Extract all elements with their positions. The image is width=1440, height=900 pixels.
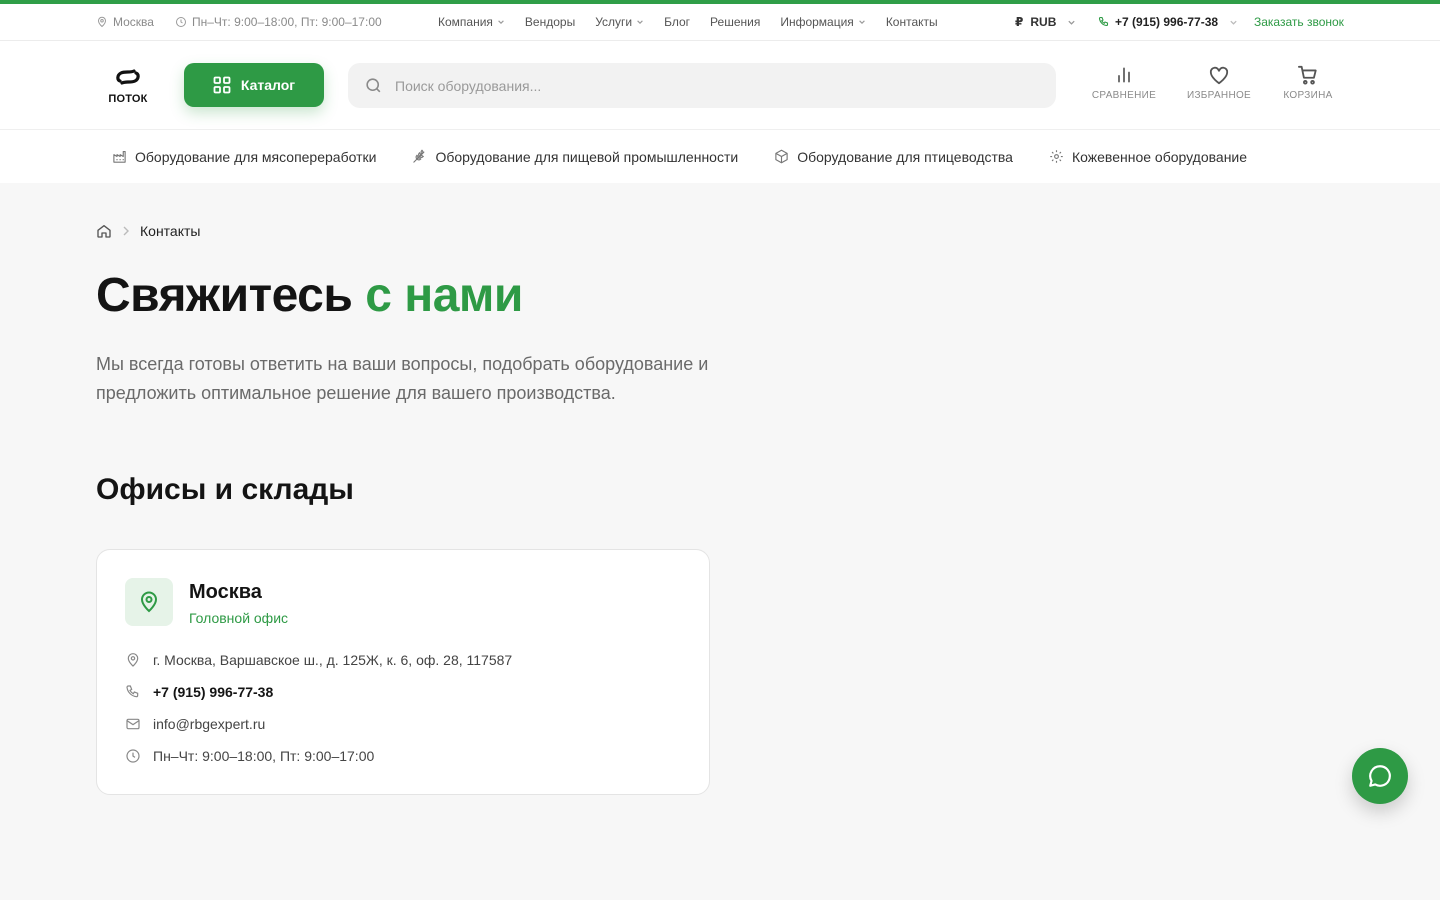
page-title-main: Свяжитесь xyxy=(96,269,353,322)
category-item[interactable]: Оборудование для пищевой промышленности xyxy=(412,149,738,165)
heart-icon xyxy=(1208,65,1230,85)
chat-button[interactable] xyxy=(1352,748,1408,804)
top-nav-item[interactable]: Вендоры xyxy=(525,15,575,29)
callback-link[interactable]: Заказать звонок xyxy=(1254,4,1344,40)
work-hours: Пн–Чт: 9:00–18:00, Пт: 9:00–17:00 xyxy=(175,4,382,40)
top-nav: Компания Вендоры Услуги Блог Решения Информац… xyxy=(438,4,938,40)
page-title-accent: с нами xyxy=(365,269,523,322)
location-pin-icon xyxy=(96,16,108,28)
bar-chart-icon xyxy=(1114,65,1134,85)
office-hours-row: Пн–Чт: 9:00–18:00, Пт: 9:00–17:00 xyxy=(125,748,374,764)
gear-icon xyxy=(1049,149,1064,164)
catalog-label: Каталог xyxy=(240,77,296,93)
clock-icon xyxy=(175,16,187,28)
offices-title: Офисы и склады xyxy=(96,473,354,506)
top-nav-item[interactable]: Решения xyxy=(710,15,760,29)
top-nav-label: Блог xyxy=(664,15,691,29)
search-input[interactable] xyxy=(395,77,995,94)
chevron-down-icon xyxy=(497,18,505,26)
top-bar: Москва Пн–Чт: 9:00–18:00, Пт: 9:00–17:00… xyxy=(0,4,1440,41)
category-item[interactable]: Кожевенное оборудование xyxy=(1049,149,1247,165)
chevron-down-icon xyxy=(1067,18,1076,27)
category-label: Оборудование для пищевой промышленности xyxy=(435,148,739,165)
favorites-label: ИЗБРАННОЕ xyxy=(1186,90,1252,101)
category-label: Оборудование для мясопереработки xyxy=(135,148,377,165)
currency-label: RUB xyxy=(1030,15,1057,29)
chevron-down-icon xyxy=(858,18,866,26)
currency-selector[interactable]: ₽ RUB xyxy=(1015,4,1076,40)
category-bar: Оборудование для мясопереработки Оборудов… xyxy=(0,130,1440,183)
top-nav-label: Услуги xyxy=(595,15,633,29)
factory-icon xyxy=(112,149,127,164)
currency-symbol: ₽ xyxy=(1015,15,1024,29)
home-icon[interactable] xyxy=(96,223,112,239)
office-pin-badge xyxy=(125,578,173,626)
compare-button[interactable]: СРАВНЕНИЕ xyxy=(1092,65,1156,101)
phone-link[interactable]: +7 (915) 996-77-38 xyxy=(1098,4,1238,40)
work-hours-label: Пн–Чт: 9:00–18:00, Пт: 9:00–17:00 xyxy=(192,15,382,29)
cart-label: КОРЗИНА xyxy=(1283,90,1333,101)
search-bar xyxy=(348,63,1056,108)
chevron-down-icon xyxy=(1229,18,1238,27)
phone-icon xyxy=(125,684,141,700)
grid-icon xyxy=(213,76,231,94)
wheat-icon xyxy=(412,149,427,164)
top-nav-label: Информация xyxy=(780,15,854,29)
catalog-button[interactable]: Каталог xyxy=(184,63,324,107)
office-email: info@rbgexpert.ru xyxy=(153,716,266,732)
location-pin-icon xyxy=(137,590,161,614)
city-selector[interactable]: Москва xyxy=(96,4,154,40)
breadcrumb: Контакты xyxy=(96,223,200,239)
compare-label: СРАВНЕНИЕ xyxy=(1091,90,1157,101)
category-label: Кожевенное оборудование xyxy=(1071,148,1248,165)
callback-label: Заказать звонок xyxy=(1254,15,1344,29)
category-label: Оборудование для птицеводства xyxy=(797,148,1013,165)
page-title: Свяжитесь с нами xyxy=(96,268,523,323)
chat-bubble-icon xyxy=(1367,763,1393,789)
favorites-button[interactable]: ИЗБРАННОЕ xyxy=(1187,65,1251,101)
category-list: Оборудование для мясопереработки Оборудов… xyxy=(112,130,1247,183)
logo-icon xyxy=(114,69,142,91)
office-address: г. Москва, Варшавское ш., д. 125Ж, к. 6,… xyxy=(153,652,513,668)
breadcrumb-current: Контакты xyxy=(140,223,201,239)
top-nav-item[interactable]: Контакты xyxy=(886,15,938,29)
main-header: ПОТОК Каталог СРАВНЕНИЕ ИЗБРАННОЕ КОРЗИН… xyxy=(0,41,1440,130)
mail-icon xyxy=(125,716,141,732)
chevron-down-icon xyxy=(636,18,644,26)
location-pin-icon xyxy=(125,652,141,668)
top-nav-label: Контакты xyxy=(885,15,938,29)
cart-icon xyxy=(1297,65,1319,85)
office-address-row: г. Москва, Варшавское ш., д. 125Ж, к. 6,… xyxy=(125,652,512,668)
top-nav-item[interactable]: Информация xyxy=(780,15,865,29)
category-item[interactable]: Оборудование для птицеводства xyxy=(774,149,1013,165)
top-nav-label: Вендоры xyxy=(524,15,576,29)
top-nav-label: Компания xyxy=(438,15,493,29)
phone-icon xyxy=(1098,16,1110,28)
clock-icon xyxy=(125,748,141,764)
top-nav-item[interactable]: Компания xyxy=(438,15,505,29)
city-label: Москва xyxy=(113,15,154,29)
cart-button[interactable]: КОРЗИНА xyxy=(1281,65,1335,101)
top-nav-label: Решения xyxy=(710,15,761,29)
logo-text: ПОТОК xyxy=(108,93,148,105)
phone-label: +7 (915) 996-77-38 xyxy=(1115,15,1219,29)
office-city: Москва xyxy=(189,581,262,603)
top-nav-item[interactable]: Услуги xyxy=(595,15,644,29)
office-phone: +7 (915) 996-77-38 xyxy=(153,684,274,700)
search-icon xyxy=(364,76,383,95)
office-card: Москва Головной офис г. Москва, Варшавск… xyxy=(96,549,710,795)
office-hours: Пн–Чт: 9:00–18:00, Пт: 9:00–17:00 xyxy=(153,748,375,764)
box-icon xyxy=(774,149,789,164)
office-type: Головной офис xyxy=(189,610,289,626)
office-phone-row[interactable]: +7 (915) 996-77-38 xyxy=(125,684,273,700)
office-email-row[interactable]: info@rbgexpert.ru xyxy=(125,716,265,732)
chevron-right-icon xyxy=(122,226,130,236)
logo[interactable]: ПОТОК xyxy=(108,67,148,105)
top-nav-item[interactable]: Блог xyxy=(664,15,690,29)
category-item[interactable]: Оборудование для мясопереработки xyxy=(112,149,376,165)
page-lead: Мы всегда готовы ответить на ваши вопрос… xyxy=(96,354,709,403)
